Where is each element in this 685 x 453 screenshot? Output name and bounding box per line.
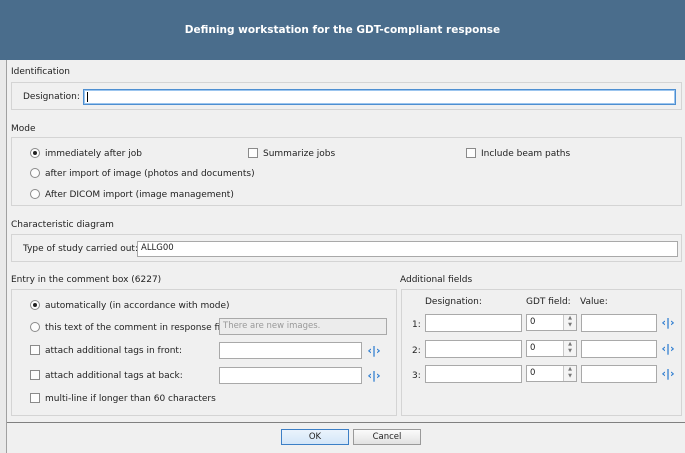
study-type-label: Type of study carried out:	[23, 244, 138, 254]
characteristic-header: Characteristic diagram	[11, 220, 114, 230]
angle-brackets-icon[interactable]: ‹|›	[365, 344, 383, 358]
tags-back-checkbox[interactable]	[30, 370, 40, 380]
cancel-button[interactable]: Cancel	[353, 429, 421, 445]
tags-back-input[interactable]	[219, 367, 362, 384]
ok-button[interactable]: OK	[281, 429, 349, 445]
comment-auto-label: automatically (in accordance with mode)	[45, 301, 230, 311]
comment-radio-auto[interactable]	[30, 300, 40, 310]
additional-value-input[interactable]	[581, 365, 657, 383]
col-designation-label: Designation:	[425, 297, 482, 307]
additional-value-input[interactable]	[581, 314, 657, 332]
tags-front-input[interactable]	[219, 342, 362, 359]
angle-brackets-icon[interactable]: ‹|›	[659, 316, 677, 330]
additional-designation-input[interactable]	[425, 340, 522, 358]
comment-radio-text[interactable]	[30, 322, 40, 332]
row-number: 2:	[412, 346, 421, 356]
angle-brackets-icon[interactable]: ‹|›	[365, 369, 383, 383]
multiline-label: multi-line if longer than 60 characters	[45, 394, 216, 404]
mode-radio-after-image[interactable]	[30, 168, 40, 178]
mode-radio-immediately[interactable]	[30, 148, 40, 158]
gdt-field-spinner[interactable]: 0 ▲ ▼	[526, 314, 577, 331]
spinner-arrows-icon[interactable]: ▲ ▼	[563, 341, 576, 356]
designation-label: Designation:	[23, 92, 80, 102]
window-titlebar: Defining workstation for the GDT-complia…	[0, 0, 685, 60]
additional-value-input[interactable]	[581, 340, 657, 358]
multiline-checkbox[interactable]	[30, 393, 40, 403]
angle-brackets-icon[interactable]: ‹|›	[659, 367, 677, 381]
identification-header: Identification	[11, 67, 71, 77]
col-gdt-label: GDT field:	[526, 297, 571, 307]
mode-label-after-image: after import of image (photos and docume…	[45, 169, 255, 179]
window-title: Defining workstation for the GDT-complia…	[184, 24, 501, 36]
mode-label-after-dicom: After DICOM import (image management)	[45, 190, 234, 200]
tags-back-label: attach additional tags at back:	[45, 371, 183, 381]
tags-front-label: attach additional tags in front:	[45, 346, 182, 356]
gdt-field-value: 0	[530, 317, 536, 327]
additional-designation-input[interactable]	[425, 314, 522, 332]
mode-label-immediately: immediately after job	[45, 149, 142, 159]
additional-header: Additional fields	[400, 275, 473, 285]
summarize-jobs-label: Summarize jobs	[263, 149, 336, 159]
comment-text-label: this text of the comment in response fil…	[45, 323, 232, 333]
mode-header: Mode	[11, 124, 36, 134]
include-beam-paths-checkbox[interactable]	[466, 148, 476, 158]
include-beam-paths-label: Include beam paths	[481, 149, 571, 159]
designation-input[interactable]	[83, 89, 676, 105]
summarize-jobs-checkbox[interactable]	[248, 148, 258, 158]
dialog-body: Identification Designation: Mode immedia…	[6, 60, 685, 453]
additional-designation-input[interactable]	[425, 365, 522, 383]
gdt-field-value: 0	[530, 343, 536, 353]
mode-radio-after-dicom[interactable]	[30, 189, 40, 199]
text-caret	[87, 92, 88, 102]
comment-header: Entry in the comment box (6227)	[11, 275, 162, 285]
angle-brackets-icon[interactable]: ‹|›	[659, 342, 677, 356]
gdt-field-value: 0	[530, 368, 536, 378]
spinner-arrows-icon[interactable]: ▲ ▼	[563, 366, 576, 381]
tags-front-checkbox[interactable]	[30, 345, 40, 355]
study-type-input[interactable]: ALLG00	[137, 241, 678, 257]
spinner-arrows-icon[interactable]: ▲ ▼	[563, 315, 576, 330]
comment-text-input[interactable]: There are new images.	[219, 318, 387, 335]
row-number: 3:	[412, 371, 421, 381]
gdt-field-spinner[interactable]: 0 ▲ ▼	[526, 365, 577, 382]
row-number: 1:	[412, 320, 421, 330]
col-value-label: Value:	[580, 297, 608, 307]
gdt-field-spinner[interactable]: 0 ▲ ▼	[526, 340, 577, 357]
footer-separator	[7, 422, 685, 423]
